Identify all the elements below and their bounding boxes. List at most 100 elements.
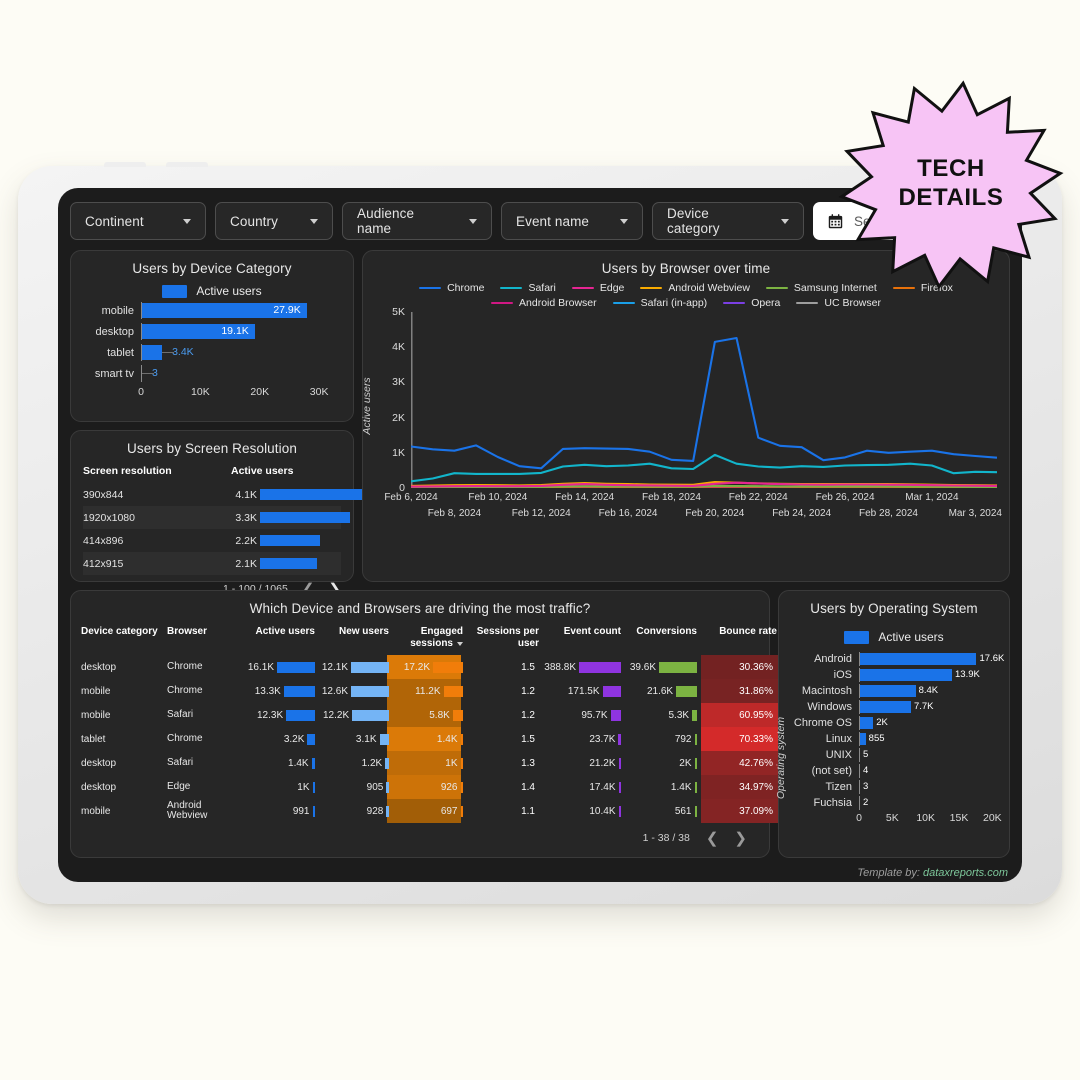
traffic-col-active-users[interactable]: Active users: [239, 620, 319, 655]
device-bar-row[interactable]: desktop 19.1K: [79, 323, 331, 340]
os-bar-row[interactable]: Linux 855: [793, 732, 999, 746]
cell-bounce-rate: 30.36%: [701, 655, 781, 679]
os-bar-value: 4: [863, 765, 869, 776]
filter-event-name[interactable]: Event name: [501, 202, 643, 240]
browser-legend-item[interactable]: Safari: [500, 282, 556, 294]
browser-legend-item[interactable]: Android Webview: [640, 282, 750, 294]
os-bar-value: 17.6K: [979, 653, 1005, 664]
resolution-row[interactable]: 1920x1080 3.3K: [83, 506, 351, 529]
volume-up-button[interactable]: [104, 162, 146, 167]
device-bar-row[interactable]: tablet 3.4K: [79, 344, 331, 361]
device-bar-value: 27.9K: [273, 304, 301, 316]
filter-continent-label: Continent: [85, 213, 144, 229]
os-bar-value: 2K: [876, 717, 888, 728]
filter-device-category[interactable]: Device category: [652, 202, 804, 240]
browser-legend-item[interactable]: Android Browser: [491, 297, 597, 309]
cell-bounce-rate: 31.86%: [701, 679, 781, 703]
filter-country[interactable]: Country: [215, 202, 333, 240]
traffic-table-header: Device category Browser Active users New us…: [81, 620, 777, 655]
traffic-col-event-count[interactable]: Event count: [543, 620, 625, 655]
mini-bar: [433, 661, 463, 673]
footer-link[interactable]: dataxreports.com: [923, 867, 1008, 879]
previous-page-icon[interactable]: ❮: [706, 829, 719, 847]
browser-legend-item[interactable]: Chrome: [419, 282, 484, 294]
resolution-row[interactable]: 412x915 2.1K: [83, 552, 341, 575]
resolution-row[interactable]: 390x844 4.1K: [83, 483, 372, 506]
device-bar-label: mobile: [101, 304, 134, 317]
browser-y-axis-label: Active users: [361, 377, 373, 435]
badge-text: TECH DETAILS: [828, 74, 1074, 296]
filter-continent[interactable]: Continent: [70, 202, 206, 240]
card-users-by-device-category: Users by Device Category Active users mo…: [70, 250, 354, 422]
os-bar-row[interactable]: Windows 7.7K: [793, 700, 999, 714]
browser-x-tick: Feb 28, 2024: [859, 508, 918, 519]
mini-bar: [379, 733, 389, 745]
os-x-tick: 20K: [982, 812, 1002, 824]
traffic-table-body: desktop Chrome 16.1K 12.1K 17.2K 1.5 388.8K 39.…: [81, 655, 781, 823]
traffic-col-bounce-rate[interactable]: Bounce rate: [701, 620, 781, 655]
mini-bar: [618, 757, 621, 769]
os-bar-row[interactable]: (not set) 4: [793, 764, 999, 778]
os-bar-value: 2: [863, 797, 869, 808]
cell-sessions-per-user: 1.5: [521, 661, 535, 673]
traffic-col-device-category[interactable]: Device category: [81, 620, 167, 655]
browser-legend-item[interactable]: UC Browser: [796, 297, 881, 309]
device-bar-row[interactable]: mobile 27.9K: [79, 302, 331, 319]
cell-browser: Edge: [167, 780, 191, 792]
os-x-axis: 0 5K 10K 15K 20K: [856, 812, 1002, 826]
os-bar-row[interactable]: UNIX 5: [793, 748, 999, 762]
cell-event-count: 388.8K: [543, 655, 625, 679]
browser-legend-label: Edge: [599, 282, 625, 294]
cell-engaged-sessions: 926: [393, 775, 467, 799]
browser-x-tick: Feb 24, 2024: [772, 508, 832, 519]
device-bar-leader-line: [142, 373, 155, 374]
os-bar-label: Chrome OS: [793, 717, 852, 729]
cell-event-count: 17.4K: [543, 775, 625, 799]
mini-bar: [351, 685, 389, 697]
traffic-col-new-users[interactable]: New users: [319, 620, 393, 655]
os-bar-row[interactable]: Macintosh 8.4K: [793, 684, 999, 698]
volume-down-button[interactable]: [166, 162, 208, 167]
cell-new-users: 3.1K: [319, 727, 393, 751]
os-bar-track: 855: [859, 732, 999, 746]
cell-sessions-per-user: 1.1: [521, 805, 535, 817]
os-bar-row[interactable]: Tizen 3: [793, 780, 999, 794]
traffic-col-engaged-sessions[interactable]: Engaged sessions: [393, 620, 467, 655]
cell-new-users: 905: [319, 775, 393, 799]
browser-legend-item[interactable]: Safari (in-app): [612, 297, 707, 309]
cell-browser: Android Webview: [167, 799, 208, 821]
cell-active-users: 12.3K: [239, 703, 319, 727]
browser-legend-label: UC Browser: [824, 297, 881, 309]
browser-legend-item[interactable]: Opera: [723, 297, 780, 309]
traffic-col-sessions-per-user[interactable]: Sessions per user: [467, 620, 543, 655]
traffic-col-conversions[interactable]: Conversions: [625, 620, 701, 655]
os-bar-row[interactable]: Fuchsia 2: [793, 796, 999, 810]
cell-browser: Chrome: [167, 660, 203, 672]
cell-engaged-sessions: 697: [393, 799, 467, 823]
browser-series-svg: [411, 312, 997, 488]
cell-event-count: 10.4K: [543, 799, 625, 823]
os-bar-label: UNIX: [825, 749, 852, 761]
os-legend: Active users: [779, 630, 1009, 644]
os-bar-row[interactable]: Android 17.6K: [793, 652, 1004, 666]
os-bar-track: 2K: [859, 716, 999, 730]
legend-line-icon: [500, 286, 523, 290]
col-screen-resolution[interactable]: Screen resolution: [83, 465, 231, 477]
os-legend-label: Active users: [878, 630, 944, 644]
os-bar-fill: [860, 685, 916, 697]
next-page-icon[interactable]: ❯: [734, 829, 747, 847]
os-bar-row[interactable]: Chrome OS 2K: [793, 716, 999, 730]
os-x-tick: 0: [856, 812, 862, 824]
browser-legend-item[interactable]: Edge: [571, 282, 625, 294]
os-bar-value: 3: [863, 781, 869, 792]
resolution-row[interactable]: 414x896 2.2K: [83, 529, 341, 552]
device-bar-row[interactable]: smart tv 3: [79, 365, 331, 382]
traffic-col-browser[interactable]: Browser: [167, 620, 239, 655]
filter-audience-name[interactable]: Audience name: [342, 202, 492, 240]
card-users-by-operating-system: Users by Operating System Active users O…: [775, 590, 1010, 858]
cell-conversions: 2K: [625, 751, 701, 775]
col-active-users[interactable]: Active users: [231, 465, 341, 477]
cell-active-users: 1.4K: [239, 751, 319, 775]
sort-descending-icon: [457, 641, 463, 646]
os-bar-row[interactable]: iOS 13.9K: [793, 668, 999, 682]
